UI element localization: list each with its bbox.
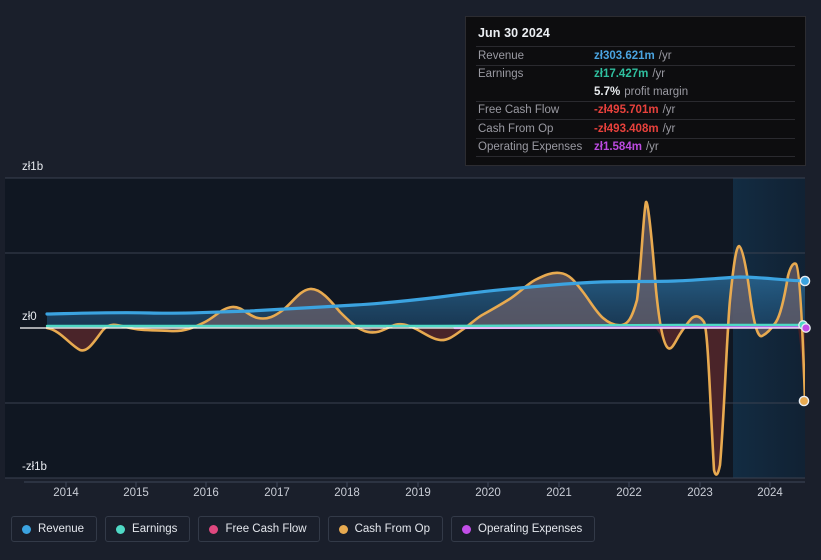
legend-dot-operating-expenses-icon	[462, 524, 472, 534]
chart-tooltip: Jun 30 2024 Revenue zł303.621m /yr Earni…	[465, 16, 806, 166]
tooltip-label-cash-from-op: Cash From Op	[478, 122, 554, 135]
tooltip-unit-free-cash-flow: /yr	[662, 104, 676, 117]
x-tick-2018: 2018	[334, 487, 360, 499]
tooltip-row-operating-expenses: Operating Expenses zł1.584m /yr	[476, 137, 795, 157]
legend-item-operating-expenses[interactable]: Operating Expenses	[451, 516, 596, 542]
x-tick-2020: 2020	[475, 487, 501, 499]
tooltip-unit-earnings: /yr	[652, 68, 666, 81]
x-axis-labels: 2014 2015 2016 2017 2018 2019 2020 2021 …	[53, 487, 783, 499]
legend-dot-earnings-icon	[116, 524, 126, 534]
legend-dot-cash-from-op-icon	[338, 524, 348, 534]
series-line-earnings	[45, 323, 805, 328]
y-tick-zero: zł0	[22, 311, 37, 323]
legend-item-earnings[interactable]: Earnings	[105, 516, 191, 542]
tooltip-label-earnings: Earnings	[478, 68, 524, 81]
tooltip-value-cash-from-op: -zł493.408m	[594, 122, 659, 135]
y-tick-top: zł1b	[22, 161, 43, 173]
endpoint-operating-expenses	[801, 323, 811, 333]
x-tick-2017: 2017	[264, 487, 290, 499]
tooltip-row-revenue: Revenue zł303.621m /yr	[476, 46, 795, 65]
tooltip-footer-divider	[476, 156, 795, 161]
legend-item-free-cash-flow[interactable]: Free Cash Flow	[198, 516, 320, 542]
legend-item-cash-from-op[interactable]: Cash From Op	[327, 516, 444, 542]
tooltip-unit-revenue: /yr	[658, 49, 672, 62]
tooltip-value-profit-margin: 5.7%	[594, 85, 621, 98]
x-tick-2019: 2019	[405, 487, 431, 499]
tooltip-value-free-cash-flow: -zł495.701m	[594, 104, 659, 117]
chart-legend: Revenue Earnings Free Cash Flow Cash Fro…	[11, 516, 596, 542]
tooltip-unit-cash-from-op: /yr	[662, 122, 676, 135]
legend-label-operating-expenses: Operating Expenses	[478, 523, 583, 535]
tooltip-row-cash-from-op: Cash From Op -zł493.408m /yr	[476, 119, 795, 138]
tooltip-row-free-cash-flow: Free Cash Flow -zł495.701m /yr	[476, 100, 795, 120]
tooltip-value-operating-expenses: zł1.584m	[594, 141, 642, 154]
legend-dot-free-cash-flow-icon	[209, 524, 219, 534]
x-tick-2016: 2016	[193, 487, 219, 499]
x-tick-2015: 2015	[123, 487, 149, 499]
tooltip-value-earnings: zł17.427m	[594, 68, 649, 81]
x-tick-2014: 2014	[53, 487, 79, 499]
x-tick-2021: 2021	[546, 487, 572, 499]
tooltip-label-profit-margin: profit margin	[624, 85, 689, 98]
legend-dot-revenue-icon	[22, 524, 31, 534]
tooltip-row-earnings: Earnings zł17.427m /yr	[476, 64, 795, 84]
tooltip-label-operating-expenses: Operating Expenses	[478, 141, 583, 154]
tooltip-label-free-cash-flow: Free Cash Flow	[478, 104, 560, 117]
legend-label-revenue: Revenue	[38, 523, 85, 535]
legend-label-free-cash-flow: Free Cash Flow	[225, 523, 307, 535]
tooltip-unit-operating-expenses: /yr	[645, 141, 659, 154]
legend-label-earnings: Earnings	[132, 523, 178, 535]
endpoint-cash-from-op	[798, 395, 810, 407]
legend-label-cash-from-op: Cash From Op	[354, 523, 431, 535]
y-tick-bottom: -zł1b	[22, 461, 47, 473]
x-tick-2023: 2023	[687, 487, 713, 499]
tooltip-date: Jun 30 2024	[478, 26, 550, 40]
tooltip-row-profit-margin: 5.7% profit margin	[476, 83, 795, 101]
x-tick-2024: 2024	[757, 487, 783, 499]
tooltip-value-revenue: zł303.621m	[594, 49, 655, 62]
x-tick-2022: 2022	[616, 487, 642, 499]
legend-item-revenue[interactable]: Revenue	[11, 516, 98, 542]
tooltip-label-revenue: Revenue	[478, 49, 525, 62]
endpoint-revenue	[799, 275, 811, 287]
